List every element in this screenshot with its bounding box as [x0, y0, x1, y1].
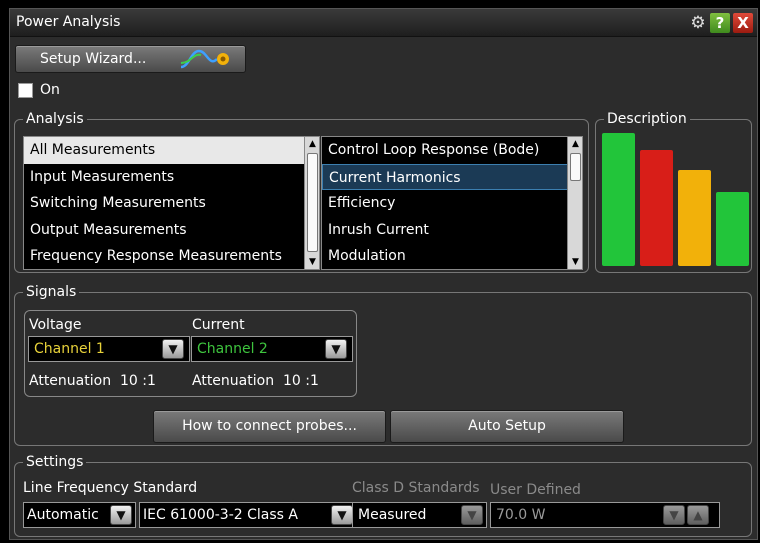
user-defined-input[interactable]: 70.0 W ▼ ▲	[490, 502, 720, 528]
chevron-down-icon[interactable]: ▼	[162, 339, 184, 359]
line-frequency-label: Line Frequency Standard	[23, 480, 198, 496]
current-header: Current	[192, 317, 245, 333]
chevron-down-icon[interactable]: ▼	[331, 505, 353, 525]
voltage-attenuation: Attenuation 10 :1	[29, 373, 156, 389]
voltage-channel-value: Channel 1	[34, 341, 105, 357]
chevron-down-icon[interactable]: ▼	[110, 505, 132, 525]
wizard-wave-icon	[180, 49, 229, 69]
scroll-thumb[interactable]	[307, 153, 318, 252]
voltage-channel-select[interactable]: Channel 1 ▼	[28, 336, 190, 362]
power-analysis-window: Power Analysis ⚙ ? X Setup Wizard... On …	[9, 8, 758, 540]
description-bar	[678, 170, 711, 266]
analysis-group: Analysis All Measurements Input Measureme…	[14, 110, 589, 273]
scroll-up-icon[interactable]: ▲	[568, 137, 582, 151]
description-graphic	[596, 120, 751, 272]
help-button[interactable]: ?	[710, 13, 730, 33]
category-items: All Measurements Input Measurements Switch…	[24, 137, 319, 269]
current-attenuation: Attenuation 10 :1	[192, 373, 319, 389]
list-item[interactable]: Switching Measurements	[24, 190, 319, 217]
scroll-up-icon[interactable]: ▲	[305, 137, 319, 151]
signals-group-label: Signals	[23, 283, 80, 301]
line-frequency-select[interactable]: Automatic ▼	[23, 502, 136, 528]
list-item[interactable]: Input Measurements	[24, 164, 319, 191]
close-button[interactable]: X	[733, 13, 753, 33]
standard-value: IEC 61000-3-2 Class A	[143, 507, 298, 523]
chevron-down-icon: ▼	[461, 505, 483, 525]
user-defined-label: User Defined	[490, 482, 581, 498]
category-list[interactable]: All Measurements Input Measurements Switch…	[23, 136, 320, 270]
list-item[interactable]: Inrush Current	[322, 217, 582, 244]
increment-icon: ▲	[687, 505, 709, 525]
user-defined-value: 70.0 W	[496, 507, 546, 523]
class-d-value: Measured	[358, 507, 427, 523]
title-bar: Power Analysis ⚙ ? X	[10, 9, 757, 37]
description-bar	[640, 150, 673, 266]
list-item[interactable]: Output Measurements	[24, 217, 319, 244]
settings-group-label: Settings	[23, 453, 87, 471]
chevron-down-icon[interactable]: ▼	[325, 339, 347, 359]
description-group: Description	[595, 110, 752, 273]
gear-icon[interactable]: ⚙	[688, 13, 708, 33]
description-bar	[602, 133, 635, 266]
list-item[interactable]: Control Loop Response (Bode)	[322, 137, 582, 164]
measurement-scrollbar[interactable]: ▲ ▼	[567, 137, 582, 269]
on-label: On	[40, 82, 60, 98]
decrement-icon: ▼	[663, 505, 685, 525]
analysis-group-label: Analysis	[23, 110, 87, 128]
how-to-connect-probes-button[interactable]: How to connect probes...	[153, 410, 386, 443]
scroll-down-icon[interactable]: ▼	[568, 255, 582, 269]
list-item[interactable]: Current Harmonics	[322, 163, 582, 190]
list-item[interactable]: Frequency Response Measurements	[24, 243, 319, 269]
list-item[interactable]: Efficiency	[322, 190, 582, 217]
signals-group: Signals Voltage Current Channel 1 ▼ Chan…	[14, 283, 752, 446]
class-d-label: Class D Standards	[352, 480, 480, 496]
list-item[interactable]: All Measurements	[24, 137, 319, 164]
description-bar	[716, 192, 749, 266]
category-scrollbar[interactable]: ▲ ▼	[304, 137, 319, 269]
setup-wizard-label: Setup Wizard...	[40, 51, 147, 67]
settings-group: Settings Line Frequency Standard Class D…	[14, 453, 752, 537]
voltage-header: Voltage	[29, 317, 82, 333]
measurement-items: Control Loop Response (Bode) Current Harm…	[322, 137, 582, 269]
on-checkbox[interactable]	[18, 83, 33, 98]
scroll-down-icon[interactable]: ▼	[305, 255, 319, 269]
setup-wizard-button[interactable]: Setup Wizard...	[15, 45, 246, 73]
line-frequency-value: Automatic	[27, 507, 99, 523]
measurement-list[interactable]: Control Loop Response (Bode) Current Harm…	[321, 136, 583, 270]
current-channel-value: Channel 2	[197, 341, 268, 357]
class-d-select[interactable]: Measured ▼	[352, 502, 487, 528]
current-channel-select[interactable]: Channel 2 ▼	[191, 336, 353, 362]
standard-select[interactable]: IEC 61000-3-2 Class A ▼	[139, 502, 357, 528]
list-item[interactable]: Modulation	[322, 243, 582, 269]
window-title: Power Analysis	[16, 14, 121, 30]
scroll-thumb[interactable]	[570, 153, 581, 181]
auto-setup-button[interactable]: Auto Setup	[390, 410, 624, 443]
